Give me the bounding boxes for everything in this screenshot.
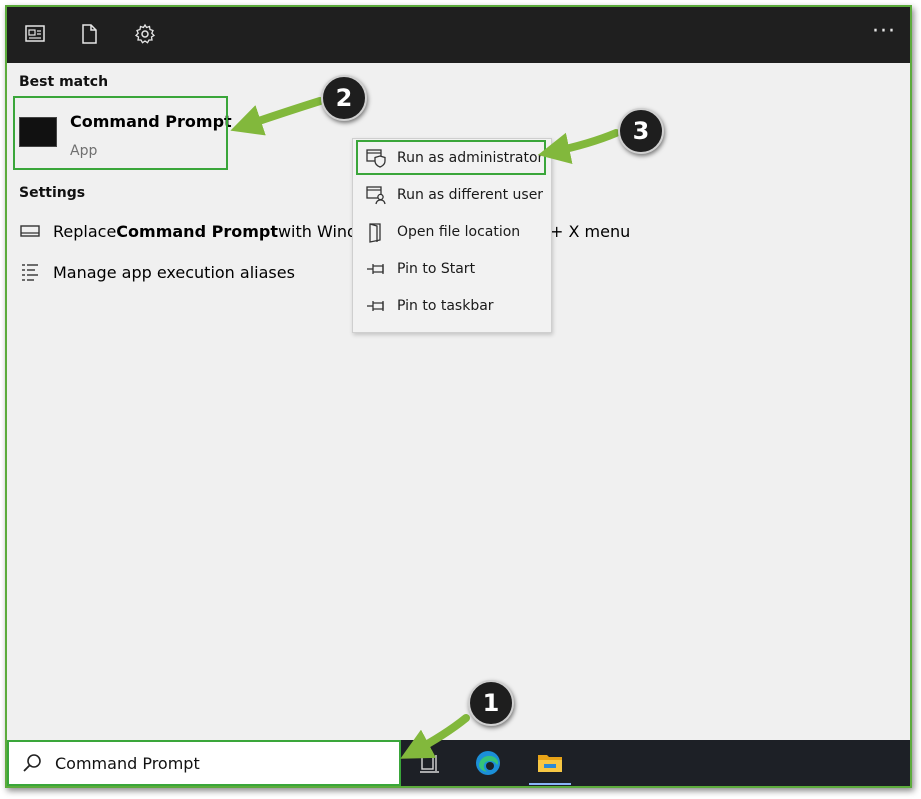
document-icon[interactable]	[77, 22, 101, 46]
run-as-admin-highlight	[356, 140, 546, 175]
menu-item-label: Pin to Start	[397, 260, 476, 277]
taskbar-search-box[interactable]: Command Prompt	[7, 740, 401, 786]
settings-item-replace-command-prompt[interactable]: Replace Command Prompt with Windo	[19, 217, 367, 245]
best-match-highlight	[13, 96, 228, 170]
callout-badge-2: 2	[321, 75, 367, 121]
settings-item-manage-aliases[interactable]: Manage app execution aliases	[19, 258, 295, 286]
list-settings-icon	[22, 264, 38, 281]
settings-item-tail-text: + X menu	[550, 221, 631, 241]
pin-icon	[367, 263, 384, 274]
task-view-icon[interactable]	[415, 748, 445, 778]
edge-browser-icon[interactable]	[473, 748, 503, 778]
pin-icon	[367, 300, 384, 311]
menu-item-pin-to-start[interactable]: Pin to Start	[353, 250, 551, 287]
menu-item-label: Pin to taskbar	[397, 297, 494, 314]
user-window-icon	[366, 185, 386, 204]
taskbar-setting-icon	[20, 225, 40, 237]
menu-item-open-file-location[interactable]: Open file location	[353, 213, 551, 250]
settings-heading: Settings	[19, 185, 86, 201]
folder-location-icon	[369, 222, 381, 243]
menu-item-label: Open file location	[397, 223, 521, 240]
file-explorer-icon[interactable]	[535, 748, 565, 778]
settings-item-manage-aliases-label: Manage app execution aliases	[53, 262, 295, 282]
taskbar-search-input[interactable]: Command Prompt	[55, 754, 200, 773]
menu-item-label: Run as different user	[397, 186, 544, 203]
callout-badge-3: 3	[618, 108, 664, 154]
menu-item-run-as-different-user[interactable]: Run as different user	[353, 176, 551, 213]
search-panel-frame: ··· Best match Command Prompt App Settin…	[5, 5, 912, 788]
news-icon[interactable]	[23, 22, 47, 46]
best-match-heading: Best match	[19, 74, 109, 90]
settings-item-prefix: Replace	[53, 221, 117, 241]
callout-badge-1: 1	[468, 680, 514, 726]
more-options-button[interactable]: ···	[872, 20, 896, 44]
menu-item-pin-to-taskbar[interactable]: Pin to taskbar	[353, 287, 551, 324]
active-app-indicator	[529, 783, 571, 785]
search-icon	[23, 754, 41, 772]
gear-icon[interactable]	[133, 22, 157, 46]
search-top-bar: ···	[7, 7, 910, 63]
settings-item-bold: Command Prompt	[116, 221, 278, 241]
settings-item-tail: + X menu	[550, 217, 630, 245]
